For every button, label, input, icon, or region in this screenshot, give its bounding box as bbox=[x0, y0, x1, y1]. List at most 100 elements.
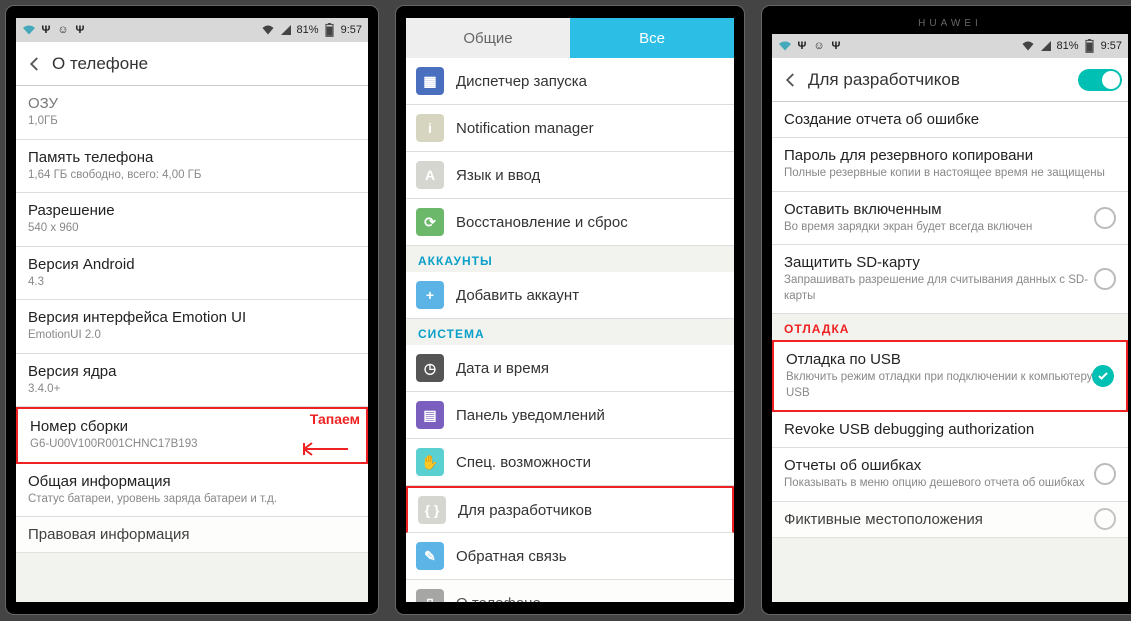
statusbar: Ψ ☺ Ψ 81% 9:57 bbox=[16, 18, 368, 42]
item-label: Пароль для резервного копировани bbox=[784, 147, 1116, 164]
item-emotion-ui[interactable]: Версия интерфейса Emotion UI EmotionUI 2… bbox=[16, 300, 368, 354]
row-add-account[interactable]: + Добавить аккаунт bbox=[406, 272, 734, 319]
item-sub: Во время зарядки экран будет всегда вклю… bbox=[784, 220, 1116, 236]
plus-icon: + bbox=[416, 281, 444, 309]
item-general-info[interactable]: Общая информация Статус батареи, уровень… bbox=[16, 464, 368, 518]
item-kernel[interactable]: Версия ядра 3.4.0+ bbox=[16, 354, 368, 408]
brand-logo: HUAWEI bbox=[772, 18, 1128, 34]
item-label: Номер сборки bbox=[30, 418, 354, 435]
row-datetime[interactable]: ◷ Дата и время bbox=[406, 345, 734, 392]
item-stay-awake[interactable]: Оставить включенным Во время зарядки экр… bbox=[772, 192, 1128, 246]
braces-icon: { } bbox=[418, 496, 446, 524]
section-system: СИСТЕМА bbox=[406, 319, 734, 345]
row-accessibility[interactable]: ✋ Спец. возможности bbox=[406, 439, 734, 486]
chevron-left-icon bbox=[26, 55, 44, 73]
row-notifications[interactable]: i Notification manager bbox=[406, 105, 734, 152]
row-feedback[interactable]: ✎ Обратная связь bbox=[406, 533, 734, 580]
dispatch-icon: ▦ bbox=[416, 67, 444, 95]
item-sub: Статус батареи, уровень заряда батареи и… bbox=[28, 492, 356, 508]
row-label: Notification manager bbox=[456, 120, 594, 137]
row-about[interactable]: ▯ О телефоне bbox=[406, 580, 734, 602]
row-label: Для разработчиков bbox=[458, 502, 592, 519]
feedback-icon: ✎ bbox=[416, 542, 444, 570]
item-ram[interactable]: ОЗУ 1,0ГБ bbox=[16, 86, 368, 140]
item-label: Создание отчета об ошибке bbox=[784, 111, 1116, 128]
checkbox-stay-awake[interactable] bbox=[1094, 207, 1116, 229]
item-sub: Запрашивать разрешение для считывания да… bbox=[784, 273, 1116, 304]
back-button[interactable] bbox=[778, 67, 804, 93]
item-mock-locations[interactable]: Фиктивные местоположения bbox=[772, 502, 1128, 538]
cell-signal-icon bbox=[279, 23, 293, 37]
clock: 9:57 bbox=[1101, 40, 1122, 52]
item-label: Разрешение bbox=[28, 202, 356, 219]
section-debug: ОТЛАДКА bbox=[772, 314, 1128, 340]
phone-icon: ▯ bbox=[416, 589, 444, 602]
back-button[interactable] bbox=[22, 51, 48, 77]
battery-pct: 81% bbox=[1057, 40, 1079, 52]
item-legal[interactable]: Правовая информация bbox=[16, 517, 368, 553]
item-sub: 1,64 ГБ свободно, всего: 4,00 ГБ bbox=[28, 168, 356, 184]
row-label: Диспетчер запуска bbox=[456, 73, 587, 90]
battery-icon bbox=[323, 23, 337, 37]
restore-icon: ⟳ bbox=[416, 208, 444, 236]
item-label: Оставить включенным bbox=[784, 201, 1116, 218]
item-backup-password[interactable]: Пароль для резервного копировани Полные … bbox=[772, 138, 1128, 192]
item-protect-sd[interactable]: Защитить SD-карту Запрашивать разрешение… bbox=[772, 245, 1128, 314]
phone-about: Ψ ☺ Ψ 81% 9:57 О телефоне ОЗУ 1,0ГБ Памя… bbox=[6, 6, 378, 614]
wifi-icon bbox=[778, 39, 792, 53]
panel-icon: ▤ bbox=[416, 401, 444, 429]
row-developers[interactable]: { } Для разработчиков bbox=[406, 486, 734, 533]
item-label: Версия Android bbox=[28, 256, 356, 273]
item-sub: 540 x 960 bbox=[28, 221, 356, 237]
item-storage[interactable]: Память телефона 1,64 ГБ свободно, всего:… bbox=[16, 140, 368, 194]
item-usb-debug[interactable]: Отладка по USB Включить режим отладки пр… bbox=[772, 340, 1128, 412]
clock: 9:57 bbox=[341, 24, 362, 36]
item-label: Фиктивные местоположения bbox=[784, 511, 1116, 528]
wifi-icon bbox=[22, 23, 36, 37]
item-resolution[interactable]: Разрешение 540 x 960 bbox=[16, 193, 368, 247]
header-dev: Для разработчиков bbox=[772, 58, 1128, 102]
clock-icon: ◷ bbox=[416, 354, 444, 382]
item-label: Отчеты об ошибках bbox=[784, 457, 1116, 474]
row-restore[interactable]: ⟳ Восстановление и сброс bbox=[406, 199, 734, 246]
item-label: Версия интерфейса Emotion UI bbox=[28, 309, 356, 326]
wifi-signal-icon bbox=[261, 23, 275, 37]
checkbox-error-reports[interactable] bbox=[1094, 463, 1116, 485]
item-error-reports[interactable]: Отчеты об ошибках Показывать в меню опци… bbox=[772, 448, 1128, 502]
item-bugreport[interactable]: Создание отчета об ошибке bbox=[772, 102, 1128, 138]
row-label: Панель уведомлений bbox=[456, 407, 605, 424]
item-sub: 4.3 bbox=[28, 275, 356, 291]
tab-all[interactable]: Все bbox=[570, 18, 734, 58]
usb-icon: Ψ bbox=[795, 39, 809, 53]
row-label: Дата и время bbox=[456, 360, 549, 377]
item-sub: 3.4.0+ bbox=[28, 382, 356, 398]
row-label: Добавить аккаунт bbox=[456, 287, 579, 304]
page-title: О телефоне bbox=[52, 54, 148, 74]
checkbox-mock-locations[interactable] bbox=[1094, 508, 1116, 530]
hand-icon: ✋ bbox=[416, 448, 444, 476]
row-language[interactable]: A Язык и ввод bbox=[406, 152, 734, 199]
tab-general[interactable]: Общие bbox=[406, 18, 570, 58]
usb-icon-2: Ψ bbox=[829, 39, 843, 53]
usb-icon: Ψ bbox=[39, 23, 53, 37]
phone-settings: Общие Все ▦ Диспетчер запуска i Notifica… bbox=[396, 6, 744, 614]
phone-dev-options: HUAWEI Ψ ☺ Ψ 81% 9:57 Для разработчиков … bbox=[762, 6, 1131, 614]
section-accounts: АККАУНТЫ bbox=[406, 246, 734, 272]
arrow-icon bbox=[290, 437, 350, 461]
checkbox-protect-sd[interactable] bbox=[1094, 268, 1116, 290]
checkbox-usb-debug[interactable] bbox=[1092, 365, 1114, 387]
item-sub: 1,0ГБ bbox=[28, 114, 356, 130]
tabs: Общие Все bbox=[406, 18, 734, 58]
item-build-number[interactable]: Тапаем Номер сборки G6-U00V100R001CHNC17… bbox=[16, 407, 368, 464]
item-revoke-usb[interactable]: Revoke USB debugging authorization bbox=[772, 412, 1128, 448]
item-sub: EmotionUI 2.0 bbox=[28, 328, 356, 344]
dev-toggle[interactable] bbox=[1078, 69, 1122, 91]
checkmark-icon bbox=[1097, 370, 1109, 382]
battery-pct: 81% bbox=[297, 24, 319, 36]
row-dispatch[interactable]: ▦ Диспетчер запуска bbox=[406, 58, 734, 105]
statusbar: Ψ ☺ Ψ 81% 9:57 bbox=[772, 34, 1128, 58]
row-notification-panel[interactable]: ▤ Панель уведомлений bbox=[406, 392, 734, 439]
item-android-version[interactable]: Версия Android 4.3 bbox=[16, 247, 368, 301]
chevron-left-icon bbox=[782, 71, 800, 89]
item-label: Отладка по USB bbox=[786, 351, 1114, 368]
